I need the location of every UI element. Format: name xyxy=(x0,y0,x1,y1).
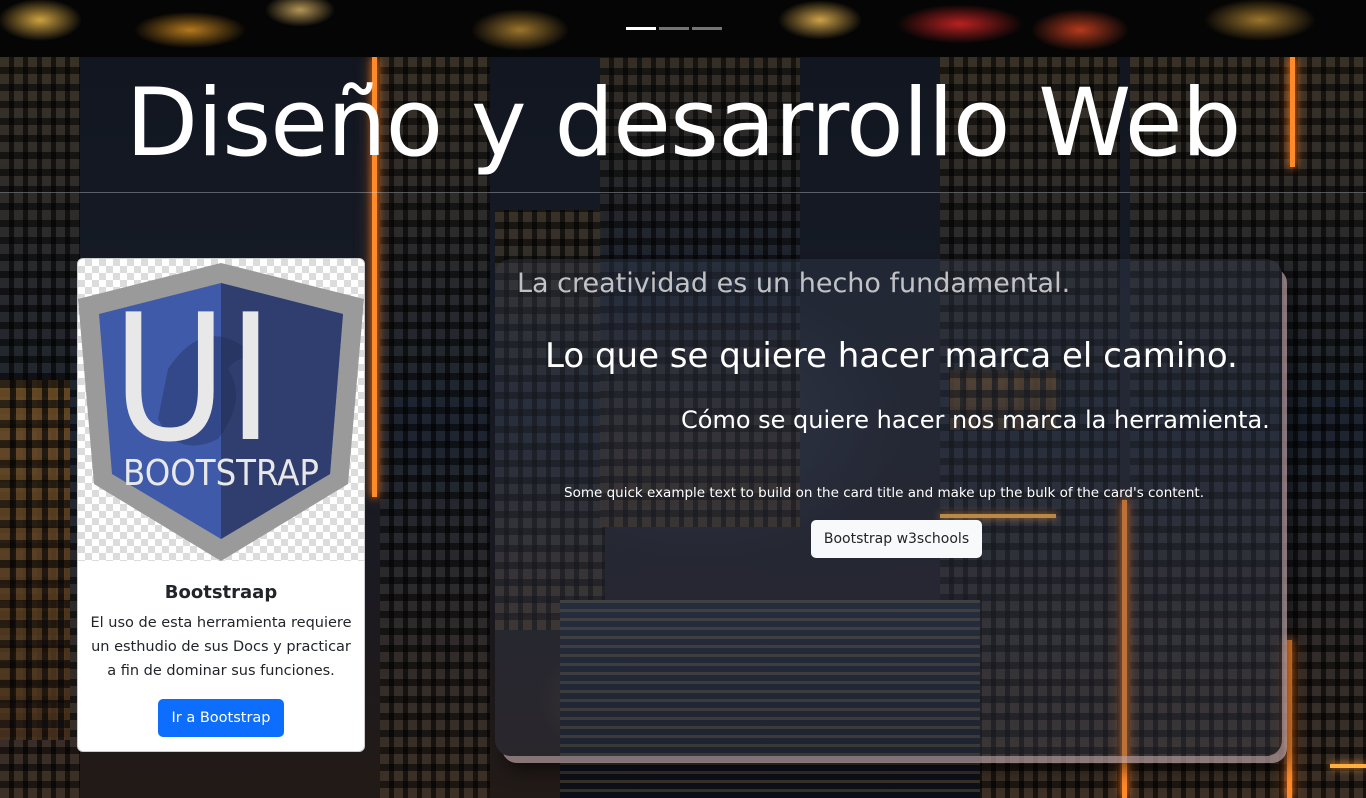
card-text: El uso de esta herramienta requiere un e… xyxy=(90,615,352,679)
bootstrap-card: UI BOOTSTRAP Bootstraap El uso de esta h… xyxy=(77,258,365,752)
card-title: Bootstraap xyxy=(164,582,278,603)
carousel-indicators xyxy=(626,27,722,30)
go-to-bootstrap-button[interactable]: Ir a Bootstrap xyxy=(158,699,284,737)
carousel-indicator-1[interactable] xyxy=(626,27,656,30)
svg-text:BOOTSTRAP: BOOTSTRAP xyxy=(123,453,319,494)
panel-heading: Lo que se quiere hacer marca el camino. xyxy=(545,336,1238,376)
carousel-indicator-2[interactable] xyxy=(659,27,689,30)
panel-text: Some quick example text to build on the … xyxy=(564,485,1204,501)
bootstrap-w3schools-button[interactable]: Bootstrap w3schools xyxy=(811,520,982,558)
ui-bootstrap-logo-icon: UI BOOTSTRAP xyxy=(78,263,364,561)
svg-text:UI: UI xyxy=(112,278,274,481)
panel-subheading: Cómo se quiere hacer nos marca la herram… xyxy=(681,406,1270,434)
panel-subtitle: La creatividad es un hecho fundamental. xyxy=(517,268,1071,299)
title-divider xyxy=(0,192,1366,193)
carousel-indicator-3[interactable] xyxy=(692,27,722,30)
page-title: Diseño y desarrollo Web xyxy=(125,69,1242,178)
carousel-slide xyxy=(0,0,1366,57)
card-image: UI BOOTSTRAP xyxy=(78,259,364,561)
